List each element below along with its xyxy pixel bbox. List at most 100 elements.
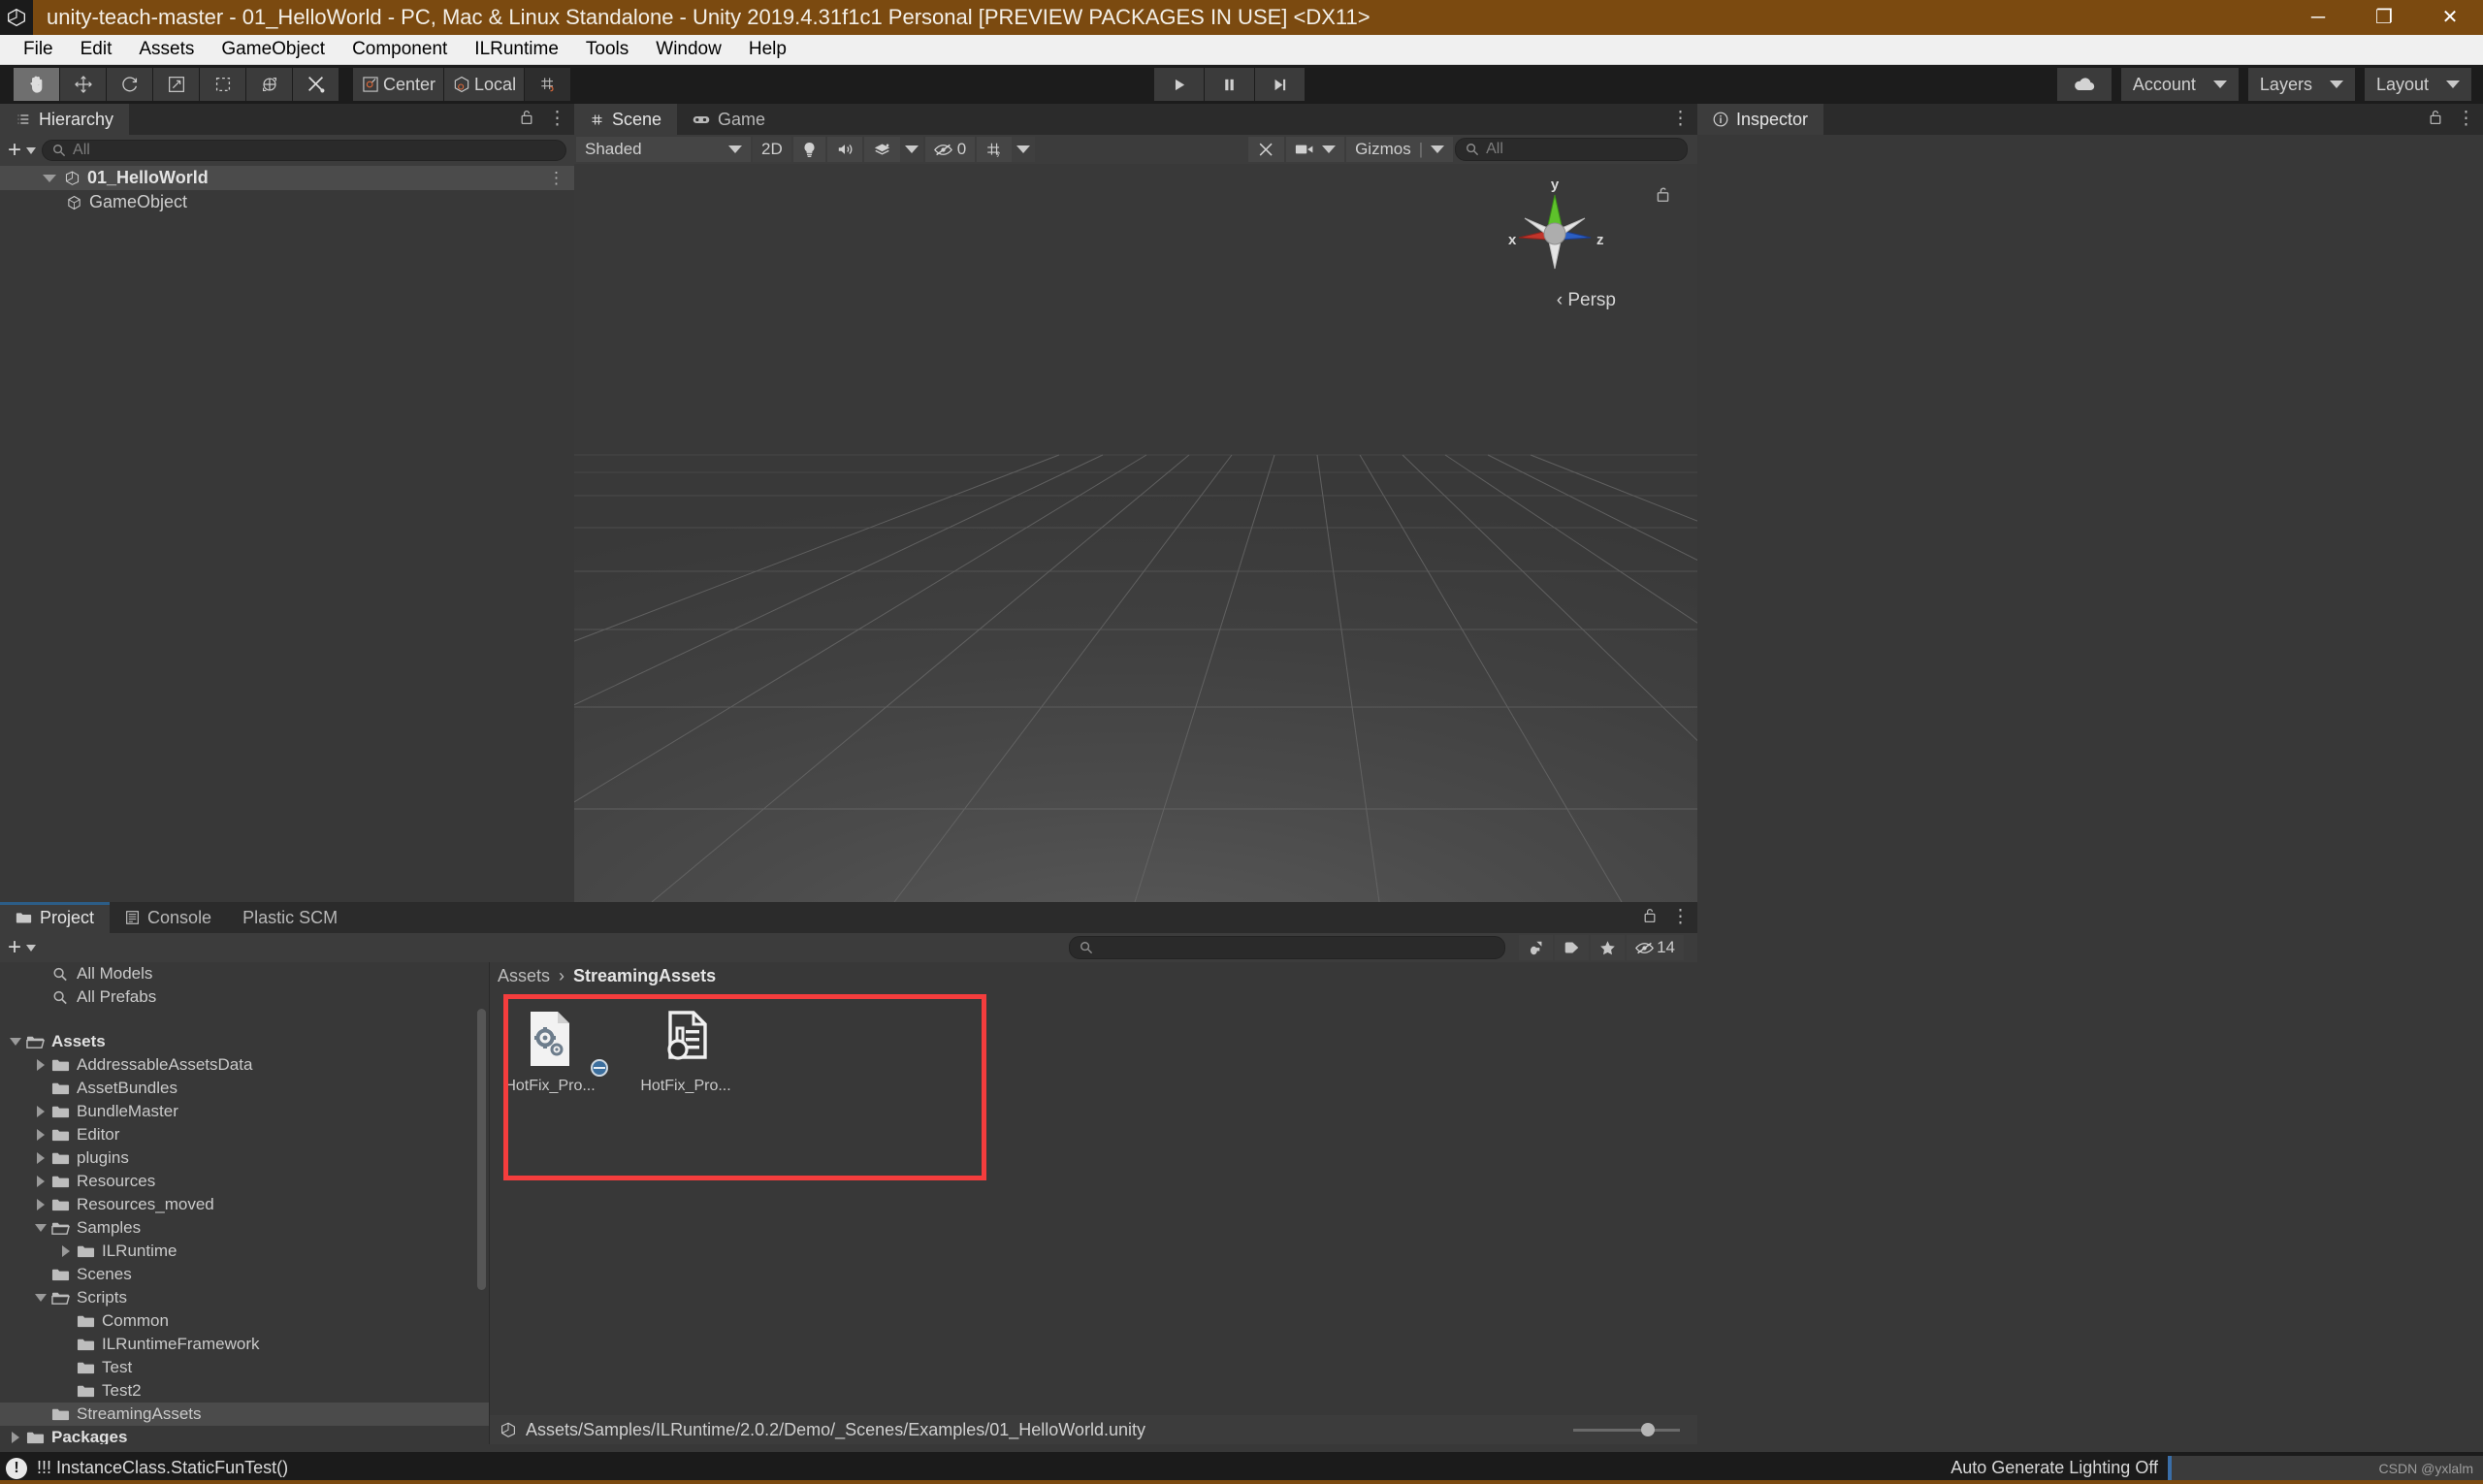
hierarchy-search-input[interactable]: All: [42, 140, 566, 161]
project-tree-row[interactable]: Resources: [0, 1170, 489, 1193]
toggle-2d-button[interactable]: 2D: [753, 137, 791, 162]
tab-plastic-scm[interactable]: Plastic SCM: [227, 902, 353, 933]
layout-dropdown[interactable]: Layout: [2364, 68, 2471, 101]
chevron-right-icon[interactable]: [33, 1199, 48, 1210]
project-tree-row[interactable]: ILRuntimeFramework: [0, 1333, 489, 1356]
move-tool-icon[interactable]: [60, 68, 107, 101]
tab-game[interactable]: Game: [677, 104, 781, 135]
scene-grid-icon[interactable]: y: [977, 137, 1013, 162]
chevron-right-icon[interactable]: [33, 1129, 48, 1141]
lock-icon[interactable]: [1642, 907, 1658, 929]
shading-mode-dropdown[interactable]: Shaded: [576, 137, 751, 162]
tab-project[interactable]: Project: [0, 902, 111, 933]
hand-tool-icon[interactable]: [14, 68, 60, 101]
panel-menu-icon[interactable]: ⋮: [2457, 110, 2475, 129]
transform-tool-icon[interactable]: [246, 68, 293, 101]
project-tree-row[interactable]: Scripts: [0, 1286, 489, 1309]
minimize-button[interactable]: ─: [2285, 0, 2351, 35]
account-dropdown[interactable]: Account: [2120, 68, 2239, 101]
project-tree-row[interactable]: BundleMaster: [0, 1100, 489, 1123]
menu-item-edit[interactable]: Edit: [67, 36, 126, 63]
chevron-down-icon[interactable]: [8, 1038, 23, 1046]
project-tree-row[interactable]: AddressableAssetsData: [0, 1053, 489, 1077]
grid-snap-icon[interactable]: [525, 68, 572, 101]
filter-by-type-icon[interactable]: [1519, 935, 1554, 960]
lighting-status-label[interactable]: Auto Generate Lighting Off: [1951, 1458, 2158, 1478]
menu-item-help[interactable]: Help: [735, 36, 800, 63]
tab-inspector[interactable]: Inspector: [1697, 104, 1824, 135]
chevron-down-icon[interactable]: [33, 1294, 48, 1302]
slider-knob[interactable]: [1641, 1423, 1655, 1436]
asset-item-dll[interactable]: HotFix_Pro...: [503, 1009, 597, 1095]
panel-menu-icon[interactable]: ⋮: [548, 110, 566, 129]
pivot-center-button[interactable]: Center: [353, 68, 445, 101]
gizmos-dropdown[interactable]: Gizmos |: [1346, 137, 1454, 162]
project-tree-row[interactable]: Test2: [0, 1379, 489, 1403]
scale-tool-icon[interactable]: [153, 68, 200, 101]
menu-item-component[interactable]: Component: [339, 36, 461, 63]
asset-zoom-slider[interactable]: [1573, 1423, 1680, 1436]
lock-icon[interactable]: [519, 109, 534, 131]
row-menu-icon[interactable]: ⋮: [548, 169, 564, 188]
maximize-button[interactable]: ❐: [2351, 0, 2417, 35]
project-tree-row[interactable]: All Prefabs: [0, 985, 489, 1009]
tab-scene[interactable]: Scene: [574, 104, 678, 135]
scene-grid-dropdown[interactable]: [1012, 137, 1036, 162]
scene-search-input[interactable]: All: [1455, 138, 1688, 161]
chevron-right-icon[interactable]: [33, 1176, 48, 1187]
project-tree-row[interactable]: AssetBundles: [0, 1077, 489, 1100]
hierarchy-row-scene[interactable]: 01_HelloWorld ⋮: [0, 166, 574, 190]
cloud-icon[interactable]: [2056, 68, 2112, 101]
scene-viewport[interactable]: y x z ‹ Persp: [574, 164, 1697, 902]
pause-button[interactable]: [1205, 68, 1255, 101]
create-object-button[interactable]: +: [8, 139, 37, 162]
project-tree-row[interactable]: Packages: [0, 1426, 489, 1444]
scene-fx-dropdown[interactable]: [899, 137, 923, 162]
menu-item-gameobject[interactable]: GameObject: [208, 36, 339, 63]
project-tree-row[interactable]: Editor: [0, 1123, 489, 1146]
project-search-input[interactable]: [1069, 936, 1506, 959]
hidden-packages-toggle[interactable]: 14: [1627, 935, 1684, 960]
chevron-right-icon[interactable]: [33, 1059, 48, 1071]
project-tree-row[interactable]: StreamingAssets: [0, 1403, 489, 1426]
menu-item-tools[interactable]: Tools: [572, 36, 642, 63]
scene-gizmo-lock-icon[interactable]: [1655, 185, 1671, 209]
scene-tools-icon[interactable]: [1248, 137, 1285, 162]
step-button[interactable]: [1255, 68, 1306, 101]
breadcrumb-current[interactable]: StreamingAssets: [573, 966, 716, 986]
panel-menu-icon[interactable]: ⋮: [1671, 110, 1690, 129]
layers-dropdown[interactable]: Layers: [2247, 68, 2355, 101]
handle-local-button[interactable]: Local: [444, 68, 526, 101]
lock-icon[interactable]: [2428, 109, 2443, 131]
filter-favorites-icon[interactable]: [1591, 935, 1626, 960]
tab-hierarchy[interactable]: Hierarchy: [0, 104, 130, 135]
hierarchy-row-gameobject[interactable]: GameObject: [0, 190, 574, 214]
menu-item-assets[interactable]: Assets: [125, 36, 208, 63]
project-tree-row[interactable]: Common: [0, 1309, 489, 1333]
project-tree-scrollbar[interactable]: [477, 1009, 486, 1290]
console-status-message[interactable]: !!! InstanceClass.StaticFunTest(): [37, 1458, 288, 1478]
rect-tool-icon[interactable]: [200, 68, 246, 101]
scene-camera-icon[interactable]: [1286, 137, 1345, 162]
project-tree-row[interactable]: Scenes: [0, 1263, 489, 1286]
scene-lighting-icon[interactable]: [792, 137, 825, 162]
project-tree-row[interactable]: Resources_moved: [0, 1193, 489, 1216]
chevron-right-icon[interactable]: [8, 1432, 23, 1443]
chevron-right-icon[interactable]: [58, 1245, 74, 1257]
scene-orientation-gizmo[interactable]: y x z: [1492, 174, 1618, 290]
project-tree-row[interactable]: plugins: [0, 1146, 489, 1170]
project-tree-row[interactable]: Test: [0, 1356, 489, 1379]
chevron-down-icon[interactable]: [43, 174, 56, 182]
scene-fx-icon[interactable]: [863, 137, 900, 162]
tab-console[interactable]: Console: [110, 902, 227, 933]
asset-item-binary[interactable]: HotFix_Pro...: [591, 1009, 732, 1095]
menu-item-file[interactable]: File: [10, 36, 67, 63]
scene-audio-icon[interactable]: [826, 137, 862, 162]
filter-by-label-icon[interactable]: [1555, 935, 1590, 960]
breadcrumb-root[interactable]: Assets: [498, 966, 550, 986]
close-button[interactable]: ✕: [2417, 0, 2483, 35]
rotate-tool-icon[interactable]: [107, 68, 153, 101]
panel-menu-icon[interactable]: ⋮: [1671, 908, 1690, 927]
custom-tool-icon[interactable]: [293, 68, 339, 101]
project-create-button[interactable]: +: [8, 936, 37, 959]
